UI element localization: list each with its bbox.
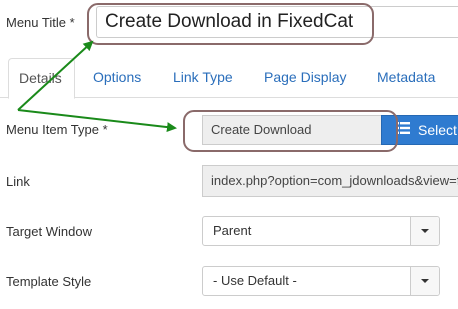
target-window-value: Parent [213,223,252,238]
template-style-value: - Use Default - [213,273,297,288]
title-highlight-box [87,3,374,45]
chevron-down-icon [421,229,429,233]
template-style-label: Template Style [6,274,92,289]
tab-details[interactable]: Details [8,58,75,99]
target-window-select[interactable]: Parent [202,216,440,246]
list-icon [396,115,410,143]
tab-link-type[interactable]: Link Type [163,58,243,98]
target-window-label: Target Window [6,224,92,239]
select-button-label: Select [418,122,457,138]
template-style-select[interactable]: - Use Default - [202,266,440,296]
tab-metadata[interactable]: Metadata [367,58,445,98]
link-label: Link [6,174,30,189]
chevron-down-icon [421,279,429,283]
tab-page-display[interactable]: Page Display [254,58,357,98]
annotation-arrows [17,40,177,133]
menu-item-type-label: Menu Item Type * [6,122,108,137]
target-window-dropdown-button[interactable] [410,217,439,245]
menu-item-type-highlight-box [183,110,398,152]
template-style-dropdown-button[interactable] [410,267,439,295]
tab-options[interactable]: Options [83,58,151,98]
menu-title-label: Menu Title * [6,15,75,30]
link-field: index.php?option=com_jdownloads&view=for… [202,165,458,197]
